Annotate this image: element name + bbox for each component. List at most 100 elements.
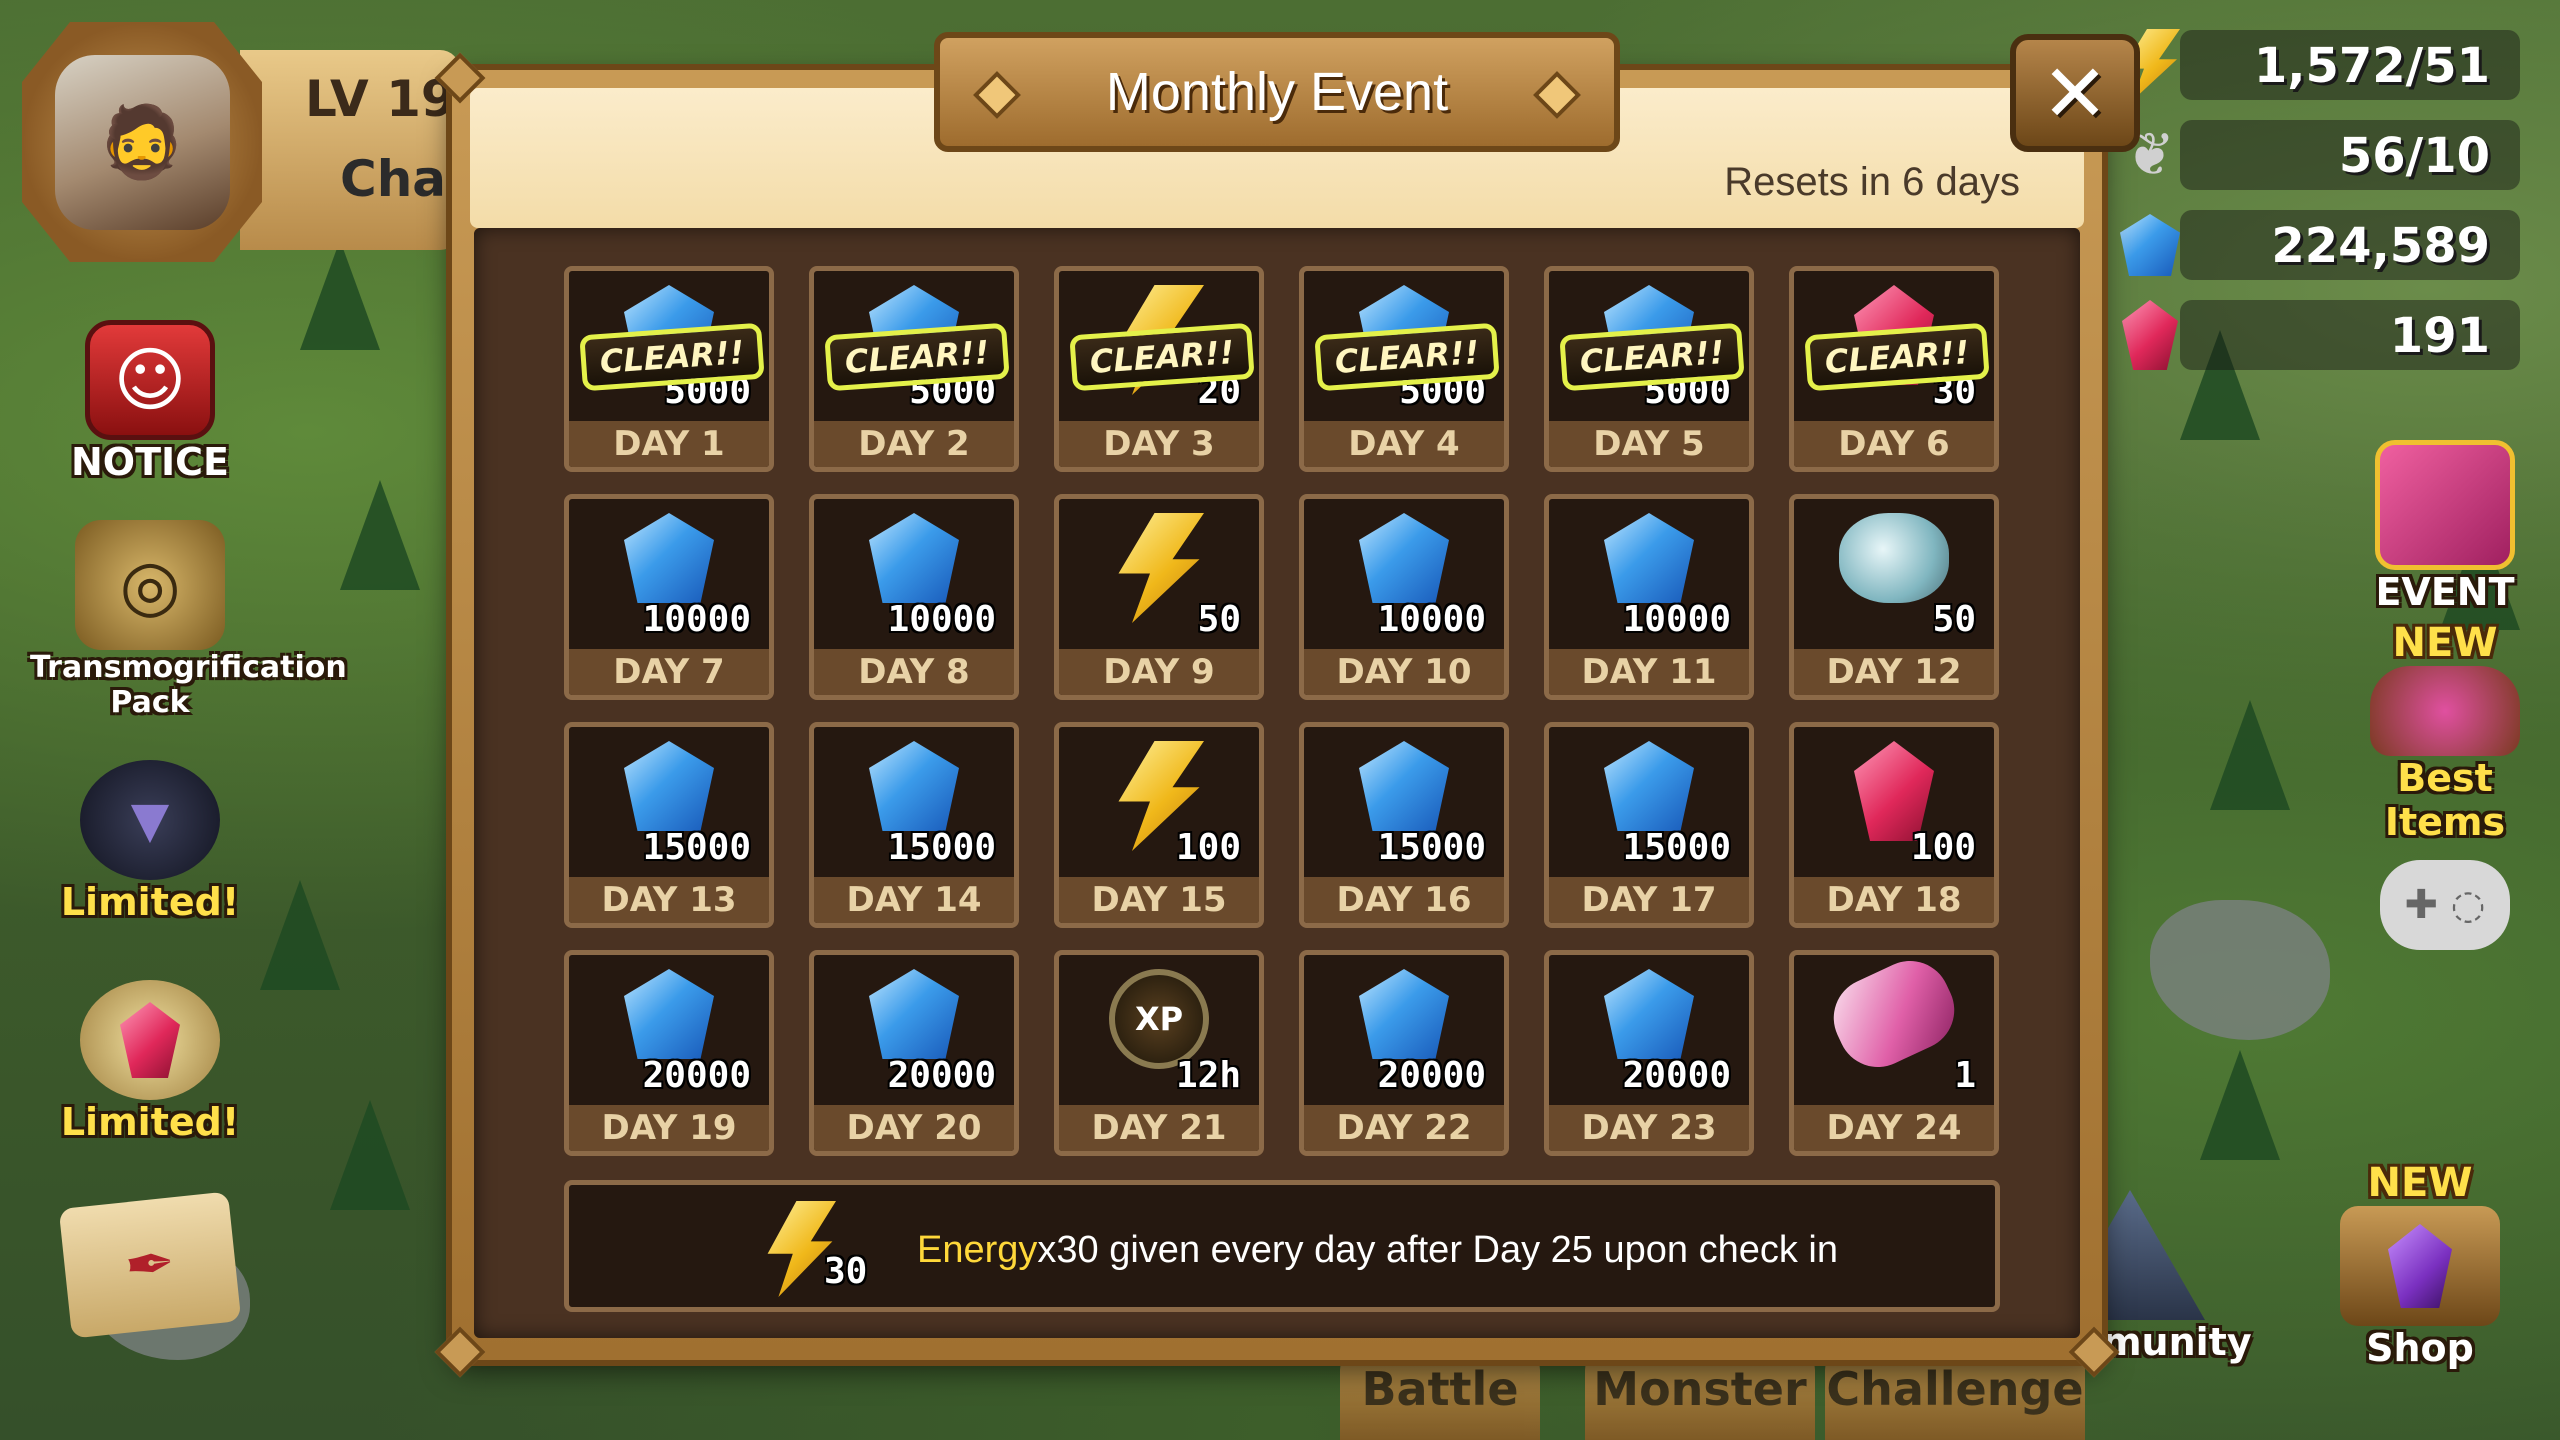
wings-resource[interactable]: ❦ 56/10: [2125, 120, 2520, 190]
transmog-icon: ◎: [75, 520, 225, 650]
reward-area: 5000 CLEAR!!: [1549, 271, 1749, 423]
reward-icon: [1604, 741, 1694, 831]
dialog-title-plate: Monthly Event: [934, 32, 1620, 152]
event-button[interactable]: EVENT: [2350, 440, 2540, 614]
reward-icon: XP: [1109, 969, 1209, 1069]
day-cell[interactable]: 5000 CLEAR!! DAY 5: [1544, 266, 1754, 472]
reward-icon: [624, 741, 714, 831]
reward-amount: 20000: [642, 1055, 751, 1096]
reward-icon: [624, 513, 714, 603]
reward-area: 15000: [814, 727, 1014, 879]
day-label: DAY 7: [569, 649, 769, 695]
day-cell[interactable]: 15000 DAY 16: [1299, 722, 1509, 928]
day-cell[interactable]: 5000 CLEAR!! DAY 2: [809, 266, 1019, 472]
gamepad-button[interactable]: ✚ ◌: [2350, 860, 2540, 950]
daily-energy-info: 30 Energyx30 given every day after Day 2…: [564, 1180, 2000, 1312]
reward-amount: 20000: [887, 1055, 996, 1096]
mana-crystal-icon: [1604, 969, 1694, 1059]
day-cell[interactable]: 50 DAY 12: [1789, 494, 1999, 700]
reward-amount: 100: [1910, 827, 1976, 868]
monster-tab[interactable]: Monster: [1585, 1350, 1815, 1440]
quest-button[interactable]: ✒: [30, 1191, 270, 1339]
reward-amount: 100: [1175, 827, 1241, 868]
day-cell[interactable]: 20000 DAY 19: [564, 950, 774, 1156]
day-cell[interactable]: 30 CLEAR!! DAY 6: [1789, 266, 1999, 472]
reward-amount: 20000: [1622, 1055, 1731, 1096]
mana-resource[interactable]: 224,589: [2120, 210, 2520, 280]
day-cell[interactable]: XP 12h DAY 21: [1054, 950, 1264, 1156]
limited-offer-button-1[interactable]: ▼ Limited!: [30, 760, 270, 924]
reward-area: 1: [1794, 955, 1994, 1107]
limited-offer-button-2[interactable]: Limited!: [30, 980, 270, 1144]
diamond-ornament: [1532, 70, 1582, 120]
energy-resource[interactable]: 1,572/51: [2123, 29, 2520, 101]
reward-amount: 15000: [642, 827, 751, 868]
avatar: 🧔: [54, 54, 230, 230]
new-tag: NEW: [2392, 620, 2498, 666]
day-cell[interactable]: 100 DAY 18: [1789, 722, 1999, 928]
day-cell[interactable]: 50 DAY 9: [1054, 494, 1264, 700]
day-grid: 5000 CLEAR!! DAY 1 5000 CLEAR!! DAY 2 20 CLEAR!…: [564, 266, 2008, 1158]
day-cell[interactable]: 10000 DAY 10: [1299, 494, 1509, 700]
mana-crystal-icon: [624, 513, 714, 603]
treasure-bag-icon: [2370, 666, 2520, 756]
event-label: EVENT: [2375, 570, 2515, 614]
reward-amount: 20000: [1377, 1055, 1486, 1096]
day-label: DAY 2: [814, 421, 1014, 467]
day-cell[interactable]: 15000 DAY 17: [1544, 722, 1754, 928]
day-label: DAY 13: [569, 877, 769, 923]
wings-value: 56/10: [2338, 128, 2490, 184]
day-cell[interactable]: 10000 DAY 7: [564, 494, 774, 700]
reward-area: XP 12h: [1059, 955, 1259, 1107]
reward-icon: [1820, 955, 1968, 1081]
best-items-button[interactable]: NEW Best Items: [2350, 620, 2540, 844]
day-cell[interactable]: 20000 DAY 22: [1299, 950, 1509, 1156]
day-cell[interactable]: 5000 CLEAR!! DAY 1: [564, 266, 774, 472]
crystal-resource[interactable]: 191: [2122, 300, 2520, 370]
day-label: DAY 23: [1549, 1105, 1749, 1151]
day-cell[interactable]: 20000 DAY 20: [809, 950, 1019, 1156]
day-cell[interactable]: 10000 DAY 11: [1544, 494, 1754, 700]
reset-countdown: Resets in 6 days: [1724, 160, 2020, 204]
day-label: DAY 17: [1549, 877, 1749, 923]
day-cell[interactable]: 10000 DAY 8: [809, 494, 1019, 700]
day-cell[interactable]: 15000 DAY 13: [564, 722, 774, 928]
reward-icon: [1604, 969, 1694, 1059]
day-label: DAY 9: [1059, 649, 1259, 695]
day-cell[interactable]: 1 DAY 24: [1789, 950, 1999, 1156]
energy-icon: [1118, 513, 1204, 623]
close-button[interactable]: ✕: [2010, 34, 2140, 152]
reward-icon: [1359, 969, 1449, 1059]
info-energy-amount: 30: [824, 1251, 868, 1292]
mana-crystal-icon: [869, 741, 959, 831]
day-cell[interactable]: 15000 DAY 14: [809, 722, 1019, 928]
reward-area: 10000: [1304, 499, 1504, 651]
day-cell[interactable]: 20000 DAY 23: [1544, 950, 1754, 1156]
day-cell[interactable]: 20 CLEAR!! DAY 3: [1054, 266, 1264, 472]
reward-amount: 10000: [642, 599, 751, 640]
day-cell[interactable]: 100 DAY 15: [1054, 722, 1264, 928]
reward-area: 20000: [569, 955, 769, 1107]
day-label: DAY 8: [814, 649, 1014, 695]
reward-icon: [1854, 741, 1934, 841]
info-highlight: Energy: [917, 1229, 1038, 1271]
day-label: DAY 4: [1304, 421, 1504, 467]
reward-amount: 15000: [887, 827, 996, 868]
transmog-pack-button[interactable]: ◎ Transmogrification Pack: [30, 520, 347, 720]
player-avatar-frame[interactable]: 🧔: [22, 22, 262, 262]
reward-icon: [869, 969, 959, 1059]
rock: [2150, 900, 2330, 1040]
transmog-label: Transmogrification Pack: [30, 650, 347, 720]
notice-button[interactable]: ☺ NOTICE: [30, 320, 270, 484]
reward-area: 50: [1059, 499, 1259, 651]
mana-crystal-icon: [1604, 513, 1694, 603]
shop-button[interactable]: NEW Shop: [2310, 1160, 2530, 1370]
reward-icon: [869, 513, 959, 603]
battle-tab[interactable]: Battle: [1340, 1350, 1540, 1440]
reward-amount: 15000: [1377, 827, 1486, 868]
xp-boost-icon: XP: [1109, 969, 1209, 1069]
day-cell[interactable]: 5000 CLEAR!! DAY 4: [1299, 266, 1509, 472]
energy-value: 1,572/51: [2253, 38, 2490, 94]
reward-amount: 15000: [1622, 827, 1731, 868]
reward-icon: [624, 969, 714, 1059]
